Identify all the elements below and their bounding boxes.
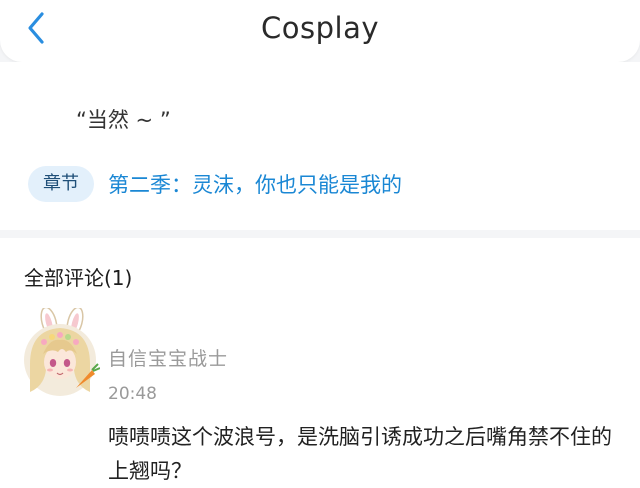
- comments-header: 全部评论(1): [24, 266, 133, 290]
- chapter-row[interactable]: 章节 第二季：灵沫，你也只能是我的: [28, 165, 402, 203]
- comments-section: 全部评论(1) 自信宝宝战士 20:48 啧啧啧这个波浪号，是洗脑引诱成功之后嘴…: [0, 238, 640, 488]
- chapter-quote: “当然 ~ ”: [76, 108, 171, 132]
- top-navigation-bar: Cosplay: [0, 0, 640, 62]
- avatar[interactable]: [20, 308, 100, 398]
- chapter-info-card: “当然 ~ ” 章节 第二季：灵沫，你也只能是我的: [0, 62, 640, 230]
- comment-text: 啧啧啧这个波浪号，是洗脑引诱成功之后嘴角禁不住的上翘吗？: [108, 425, 612, 483]
- chapter-tag: 章节: [28, 166, 94, 202]
- page-title: Cosplay: [261, 11, 379, 45]
- chapter-title-link[interactable]: 第二季：灵沫，你也只能是我的: [108, 169, 402, 199]
- comment-time: 20:48: [108, 384, 157, 404]
- comment-username[interactable]: 自信宝宝战士: [108, 344, 228, 371]
